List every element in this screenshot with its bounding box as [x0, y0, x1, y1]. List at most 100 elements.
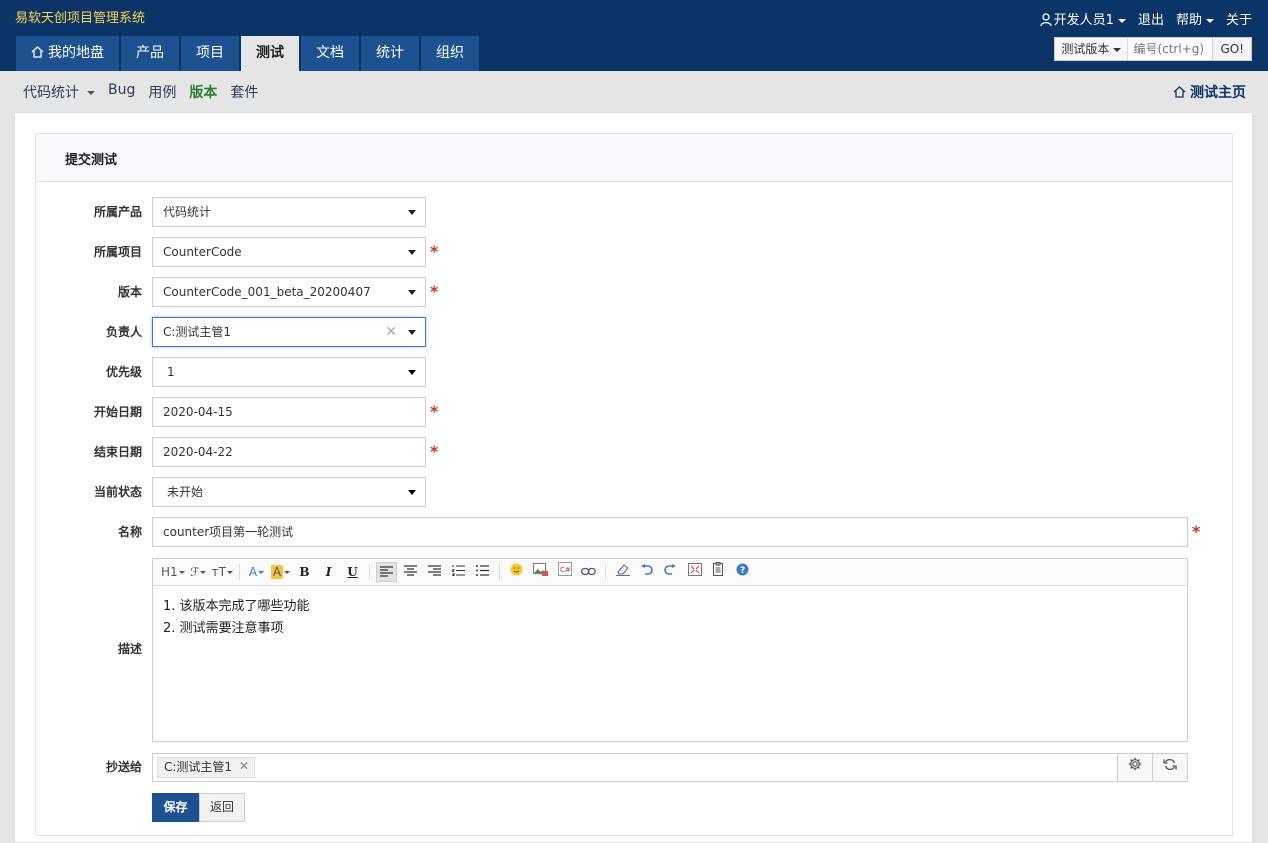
desc-line: 2. 测试需要注意事项 [163, 621, 284, 636]
tab-my[interactable]: 我的地盘 [16, 36, 119, 71]
align-left-icon[interactable] [376, 562, 397, 582]
emoticon-icon[interactable] [506, 562, 527, 582]
tab-test[interactable]: 测试 [241, 36, 299, 71]
align-center-icon[interactable] [400, 562, 421, 582]
remove-icon[interactable]: ✕ [239, 757, 249, 776]
product-value: 代码统计 [163, 205, 212, 219]
chevron-down-icon [408, 290, 416, 295]
form-row-begin: 开始日期 2020-04-15 * [36, 397, 1232, 427]
code-icon[interactable]: C# [554, 562, 575, 582]
tab-report[interactable]: 统计 [361, 36, 419, 71]
product-select[interactable]: 代码统计 [152, 197, 426, 227]
header: 易软天创项目管理系统 开发人员1 退出 帮助 关于 我的地盘 产品 项目 测试 … [0, 0, 1268, 71]
name-label: 名称 [117, 525, 142, 539]
eraser-icon[interactable] [612, 562, 633, 582]
form-row-owner: 负责人 C:测试主管1 ✕ [36, 317, 1232, 347]
project-select[interactable]: CounterCode [152, 237, 426, 267]
help-menu[interactable]: 帮助 [1176, 9, 1214, 28]
subnav-case[interactable]: 用例 [148, 82, 176, 102]
bold-button[interactable]: B [294, 562, 315, 582]
priority-label: 优先级 [105, 365, 142, 379]
user-menu[interactable]: 开发人员1 [1040, 9, 1126, 28]
underline-button[interactable]: U [342, 562, 363, 582]
tab-product[interactable]: 产品 [121, 36, 179, 71]
undo-icon[interactable] [636, 562, 657, 582]
svg-text:?: ? [740, 566, 745, 576]
font-color-label: A [248, 565, 258, 579]
help-icon[interactable]: ? [732, 562, 753, 582]
content-area: 提交测试 所属产品 代码统计 所属项目 CounterCode * 版本 Cou… [14, 112, 1253, 843]
search-go-button[interactable]: GO! [1212, 38, 1251, 60]
refresh-icon[interactable] [1152, 754, 1187, 781]
desc-line: 1. 该版本完成了哪些功能 [163, 599, 310, 614]
save-button[interactable]: 保存 [152, 793, 199, 822]
form-row-priority: 优先级 1 [36, 357, 1232, 387]
tab-doc[interactable]: 文档 [301, 36, 359, 71]
end-label: 结束日期 [93, 445, 142, 459]
font-family-button[interactable]: ℱ [188, 562, 209, 582]
bg-color-button[interactable]: A [270, 562, 291, 582]
chevron-down-icon [408, 330, 416, 335]
end-date-input[interactable]: 2020-04-22 [152, 437, 426, 467]
align-right-icon[interactable] [424, 562, 445, 582]
status-select[interactable]: 未开始 [152, 477, 426, 507]
subnav-build[interactable]: 版本 [189, 82, 217, 102]
redo-icon[interactable] [660, 562, 681, 582]
project-value: CounterCode [163, 245, 242, 259]
editor-content[interactable]: 1. 该版本完成了哪些功能 2. 测试需要注意事项 [153, 586, 1187, 650]
test-home-link[interactable]: 测试主页 [1173, 82, 1246, 102]
paste-icon[interactable] [708, 562, 729, 582]
gear-icon[interactable] [1117, 754, 1152, 781]
bg-color-label: A [270, 565, 284, 579]
subnav-suite[interactable]: 套件 [230, 82, 258, 102]
clear-icon[interactable]: ✕ [385, 318, 397, 346]
search-type-select[interactable]: 测试版本 [1055, 38, 1129, 60]
required-mark: * [1192, 522, 1201, 541]
name-input[interactable]: counter项目第一轮测试 [152, 517, 1188, 547]
ordered-list-icon[interactable] [448, 562, 469, 582]
cc-picker[interactable]: C:测试主管1 ✕ [152, 753, 1188, 782]
required-mark: * [430, 402, 439, 421]
search-type-label: 测试版本 [1061, 42, 1110, 56]
build-value: CounterCode_001_beta_20200407 [163, 285, 371, 299]
image-icon[interactable] [530, 562, 551, 582]
begin-date-input[interactable]: 2020-04-15 [152, 397, 426, 427]
font-size-label: ᴛT [211, 565, 226, 579]
owner-select[interactable]: C:测试主管1 ✕ [152, 317, 426, 347]
help-label: 帮助 [1175, 13, 1202, 28]
app-brand[interactable]: 易软天创项目管理系统 [15, 7, 145, 26]
form-row-project: 所属项目 CounterCode * [36, 237, 1232, 267]
product-switcher[interactable]: 代码统计 [23, 82, 95, 102]
logout-link[interactable]: 退出 [1138, 9, 1164, 28]
tab-project[interactable]: 项目 [181, 36, 239, 71]
heading-button[interactable]: H1 [161, 562, 185, 582]
priority-select[interactable]: 1 [152, 357, 426, 387]
build-select[interactable]: CounterCode_001_beta_20200407 [152, 277, 426, 307]
project-label: 所属项目 [93, 245, 142, 259]
italic-button[interactable]: I [318, 562, 339, 582]
chevron-down-icon [408, 210, 416, 215]
bullet-list-icon[interactable] [472, 562, 493, 582]
test-home-label: 测试主页 [1190, 85, 1246, 101]
font-color-button[interactable]: A [246, 562, 267, 582]
editor-toolbar: H1 ℱ ᴛT A A B I U C# ? [153, 559, 1187, 586]
font-size-button[interactable]: ᴛT [212, 562, 233, 582]
form-row-build: 版本 CounterCode_001_beta_20200407 * [36, 277, 1232, 307]
about-link[interactable]: 关于 [1226, 9, 1252, 28]
subnav-bug[interactable]: Bug [108, 82, 135, 102]
build-label: 版本 [117, 285, 142, 299]
desc-editor: H1 ℱ ᴛT A A B I U C# ? 1. 该版本完成了哪些功能 2. … [152, 558, 1188, 742]
toolbar-divider [605, 564, 606, 580]
fullscreen-icon[interactable] [684, 562, 705, 582]
tab-company[interactable]: 组织 [421, 36, 479, 71]
chevron-down-icon [408, 370, 416, 375]
search-input[interactable] [1128, 38, 1213, 60]
required-mark: * [430, 442, 439, 461]
back-button[interactable]: 返回 [199, 793, 245, 822]
form-row-end: 结束日期 2020-04-22 * [36, 437, 1232, 467]
form-row-product: 所属产品 代码统计 [36, 197, 1232, 227]
link-icon[interactable] [578, 562, 599, 582]
top-right-menu: 开发人员1 退出 帮助 关于 [1040, 9, 1252, 28]
chevron-down-icon [227, 571, 233, 574]
chevron-down-icon [408, 490, 416, 495]
